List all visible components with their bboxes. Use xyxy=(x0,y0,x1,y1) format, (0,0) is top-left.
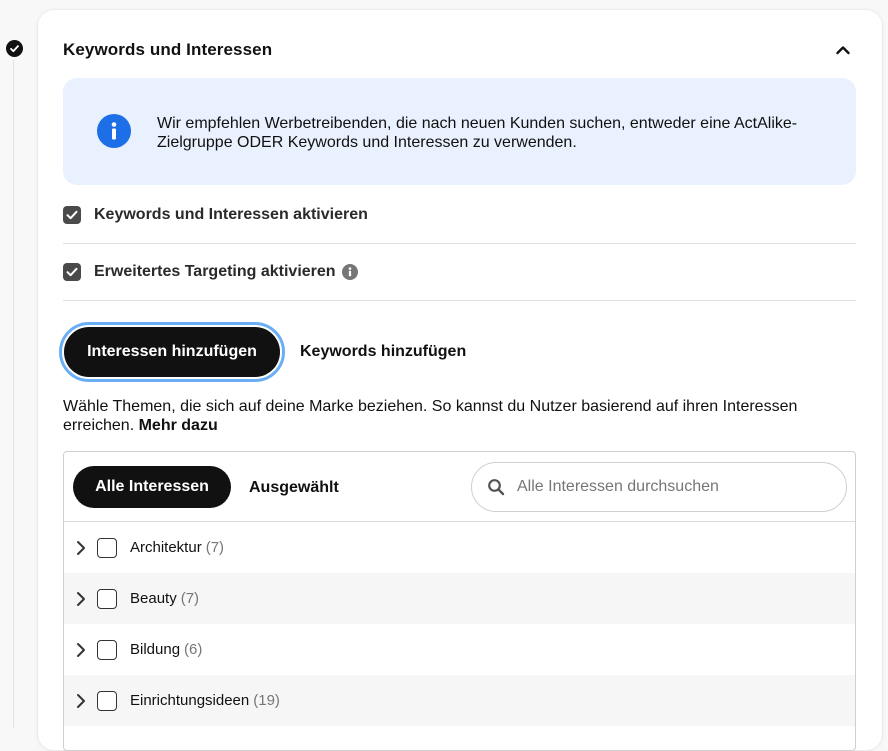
enable-expanded-targeting-label: Erweitertes Targeting aktivieren xyxy=(94,262,336,280)
interest-checkbox[interactable] xyxy=(97,690,117,711)
interest-count: (19) xyxy=(253,692,280,709)
interests-panel-header: Alle Interessen Ausgewählt xyxy=(64,452,855,522)
interest-item-beauty: Beauty (7) xyxy=(64,573,855,624)
tab-add-keywords[interactable]: Keywords hinzufügen xyxy=(300,343,466,361)
expand-chevron-right-icon[interactable] xyxy=(74,692,88,710)
keywords-interests-card: Keywords und Interessen Wir empfehlen We… xyxy=(38,10,882,751)
section-title: Keywords und Interessen xyxy=(63,40,273,59)
recommendation-info-box: Wir empfehlen Werbetreibenden, die nach … xyxy=(63,78,856,185)
interest-label: Beauty (7) xyxy=(130,590,199,607)
checkmark-icon xyxy=(66,267,78,276)
enable-keywords-interests-label: Keywords und Interessen aktivieren xyxy=(94,205,368,223)
interests-list: Architektur (7) Beauty (7) Bildung (6) E… xyxy=(64,522,855,726)
interest-item-architektur: Architektur (7) xyxy=(64,522,855,573)
enable-expanded-targeting-row[interactable]: Erweitertes Targeting aktivieren xyxy=(63,243,856,301)
enable-keywords-interests-row[interactable]: Keywords und Interessen aktivieren xyxy=(63,186,856,244)
interest-name: Architektur xyxy=(130,539,202,556)
search-icon xyxy=(487,478,505,496)
filter-all-interests-button[interactable]: Alle Interessen xyxy=(73,466,231,508)
interest-label: Einrichtungsideen (19) xyxy=(130,692,280,709)
interest-name: Bildung xyxy=(130,641,181,658)
tab-add-interests[interactable]: Interessen hinzufügen xyxy=(64,327,280,377)
interest-name: Einrichtungsideen xyxy=(130,692,250,709)
tab-add-interests-focus-ring: Interessen hinzufügen xyxy=(59,322,285,382)
interest-item-bildung: Bildung (6) xyxy=(64,624,855,675)
timeline-line xyxy=(13,60,14,728)
interests-search-input[interactable] xyxy=(515,477,815,497)
info-icon xyxy=(97,114,131,148)
expand-chevron-right-icon[interactable] xyxy=(74,539,88,557)
enable-keywords-interests-checkbox[interactable] xyxy=(63,205,81,224)
checkmark-icon xyxy=(66,210,78,219)
interest-count: (6) xyxy=(184,641,203,658)
expand-chevron-right-icon[interactable] xyxy=(74,641,88,659)
interest-item-einrichtungsideen: Einrichtungsideen (19) xyxy=(64,675,855,726)
expand-chevron-right-icon[interactable] xyxy=(74,590,88,608)
interests-description: Wähle Themen, die sich auf deine Marke b… xyxy=(63,397,843,435)
interest-checkbox[interactable] xyxy=(97,639,117,660)
interest-label: Bildung (6) xyxy=(130,641,202,658)
filter-selected-button[interactable]: Ausgewählt xyxy=(249,479,339,497)
enable-expanded-targeting-checkbox[interactable] xyxy=(63,262,81,281)
step-complete-check-icon xyxy=(6,40,23,57)
interests-search-box[interactable] xyxy=(471,462,847,512)
chevron-up-icon xyxy=(836,46,850,55)
interest-checkbox[interactable] xyxy=(97,588,117,609)
interest-name: Beauty xyxy=(130,590,177,607)
interest-count: (7) xyxy=(205,539,225,556)
interest-count: (7) xyxy=(180,590,200,607)
interests-panel: Alle Interessen Ausgewählt Architektur(7… xyxy=(63,451,856,751)
info-text: Wir empfehlen Werbetreibenden, die nach … xyxy=(157,115,798,151)
interest-checkbox[interactable] xyxy=(97,537,117,558)
learn-more-link[interactable]: Mehr dazu xyxy=(139,417,218,434)
interest-label: Architektur (7) xyxy=(130,539,224,556)
collapse-button[interactable] xyxy=(831,38,855,62)
targeting-info-icon[interactable] xyxy=(341,263,358,280)
